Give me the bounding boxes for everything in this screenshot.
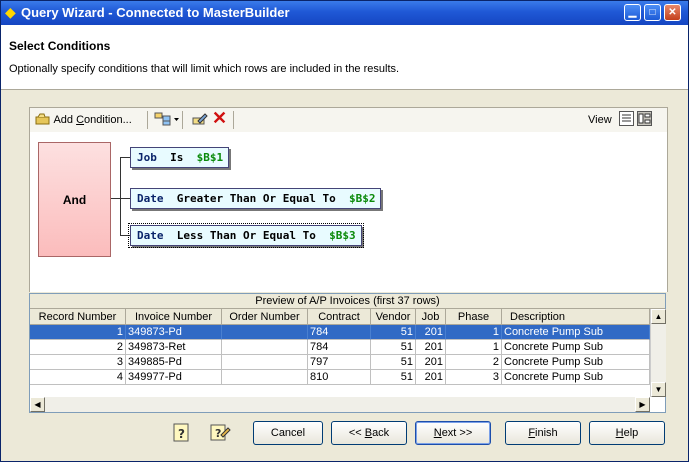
next-button[interactable]: Next >> xyxy=(415,421,491,445)
wizard-header: Select Conditions Optionally specify con… xyxy=(1,25,688,90)
edit-condition-button[interactable] xyxy=(192,111,208,129)
condition-node[interactable]: Date Greater Than Or Equal To $B$2 xyxy=(130,188,382,209)
column-header[interactable]: Order Number xyxy=(222,309,308,325)
column-header[interactable]: Job xyxy=(416,309,446,325)
title-bar[interactable]: ◆ Query Wizard - Connected to MasterBuil… xyxy=(1,1,688,25)
svg-text:?: ? xyxy=(215,427,221,440)
group-dropdown-button[interactable] xyxy=(154,111,180,129)
connector-line xyxy=(120,198,130,199)
conditions-toolbar: Add Condition... ✕ View xyxy=(29,107,668,133)
connector-line xyxy=(120,157,121,235)
diagram-view-icon[interactable] xyxy=(637,111,652,126)
text-view-icon[interactable] xyxy=(619,111,634,126)
svg-text:?: ? xyxy=(178,427,185,441)
cancel-button[interactable]: Cancel xyxy=(253,421,323,445)
close-button[interactable]: ✕ xyxy=(664,4,681,21)
condition-node[interactable]: Date Less Than Or Equal To $B$3 xyxy=(128,223,364,248)
add-condition-label: Add Condition... xyxy=(53,114,132,126)
vertical-scrollbar[interactable]: ▲ ▼ xyxy=(650,309,666,397)
finish-button[interactable]: Finish xyxy=(505,421,581,445)
horizontal-scrollbar[interactable]: ◀ ▶ xyxy=(30,397,650,412)
open-query-button[interactable]: ? xyxy=(169,421,195,445)
preview-grid[interactable]: Preview of A/P Invoices (first 37 rows) … xyxy=(29,293,666,413)
add-condition-icon xyxy=(35,113,50,125)
diamond-icon: ◆ xyxy=(5,4,16,20)
maximize-button[interactable]: □ xyxy=(644,4,661,21)
help-button[interactable]: Help xyxy=(589,421,665,445)
scroll-left-icon[interactable]: ◀ xyxy=(30,397,45,412)
condition-node[interactable]: Job Is $B$1 xyxy=(130,147,230,168)
column-header[interactable]: Contract xyxy=(308,309,371,325)
query-note-icon: ? xyxy=(173,423,189,442)
edit-query-button[interactable]: ? xyxy=(207,421,233,445)
toolbar-separator xyxy=(182,111,183,129)
scroll-down-icon[interactable]: ▼ xyxy=(651,382,666,397)
scroll-right-icon[interactable]: ▶ xyxy=(635,397,650,412)
edit-icon xyxy=(192,113,208,125)
toolbar-separator xyxy=(233,111,234,129)
connector-line xyxy=(120,235,130,236)
delete-icon[interactable]: ✕ xyxy=(212,109,227,127)
conditions-diagram[interactable]: And Job Is $B$1 Date Greater Than Or Equ… xyxy=(29,132,668,292)
group-conditions-icon xyxy=(154,112,179,126)
query-wizard-window: ◆ Query Wizard - Connected to MasterBuil… xyxy=(0,0,689,462)
query-edit-icon: ? xyxy=(210,424,231,441)
toolbar-separator xyxy=(147,111,148,129)
minimize-button[interactable]: ▁ xyxy=(624,4,641,21)
column-header[interactable]: Invoice Number xyxy=(126,309,222,325)
column-header[interactable]: Phase xyxy=(446,309,502,325)
preview-title: Preview of A/P Invoices (first 37 rows) xyxy=(30,294,665,309)
page-title: Select Conditions xyxy=(9,39,111,53)
connector-line xyxy=(120,157,130,158)
view-label: View xyxy=(588,114,612,126)
column-header[interactable]: Description xyxy=(502,309,650,325)
column-header[interactable]: Record Number xyxy=(30,309,126,325)
add-condition-button[interactable]: Add Condition... xyxy=(35,111,132,129)
page-description: Optionally specify conditions that will … xyxy=(9,63,400,75)
and-group-node[interactable]: And xyxy=(38,142,111,257)
column-header[interactable]: Vendor xyxy=(371,309,416,325)
scroll-up-icon[interactable]: ▲ xyxy=(651,309,666,324)
back-button[interactable]: << Back xyxy=(331,421,407,445)
window-title: Query Wizard - Connected to MasterBuilde… xyxy=(21,5,290,20)
